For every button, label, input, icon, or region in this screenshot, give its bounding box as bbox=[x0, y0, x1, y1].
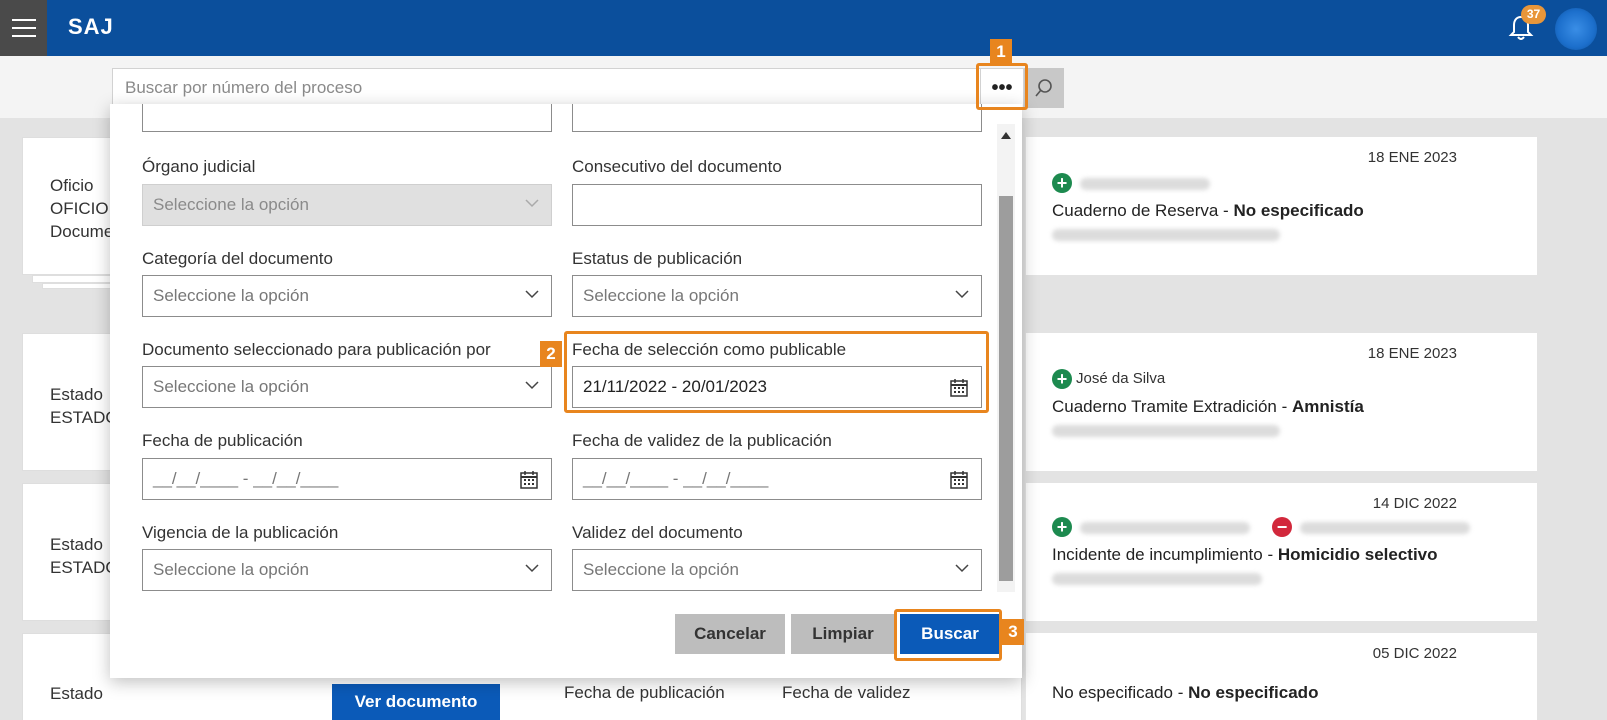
publication-status-label: Estatus de publicación bbox=[572, 249, 743, 268]
card-4-detail[interactable]: 05 DIC 2022 No especificado - No especif… bbox=[1025, 633, 1537, 720]
chevron-down-icon bbox=[525, 290, 539, 299]
menu-icon[interactable] bbox=[0, 0, 47, 56]
more-icon: ••• bbox=[991, 76, 1013, 99]
scroll-up-arrow[interactable] bbox=[997, 126, 1015, 144]
card-2-text: Estado ESTADO bbox=[50, 385, 119, 427]
chevron-down-icon bbox=[525, 199, 539, 208]
validity-date-label: Fecha de validez bbox=[782, 683, 911, 702]
validity-date-input[interactable]: __/__/____ - __/__/____ bbox=[572, 458, 982, 500]
calendar-icon[interactable] bbox=[519, 470, 539, 490]
selected-by-select[interactable]: Seleccione la opción bbox=[142, 366, 552, 408]
card-2-detail[interactable]: 18 ENE 2023 + José da Silva Cuaderno Tra… bbox=[1025, 333, 1537, 471]
advanced-search-panel: Órgano judicial Seleccione la opción Con… bbox=[110, 104, 1022, 678]
search-button[interactable] bbox=[1024, 68, 1064, 108]
brand-logo: SAJ bbox=[68, 14, 114, 39]
search-submit-button[interactable]: Buscar bbox=[900, 614, 1000, 654]
top-bar: SAJ 37 bbox=[0, 0, 1607, 56]
document-category-label: Categoría del documento bbox=[142, 249, 333, 268]
publication-date-label: Fecha de publicación bbox=[564, 683, 725, 702]
publication-status-select[interactable]: Seleccione la opción bbox=[572, 275, 982, 317]
calendar-icon[interactable] bbox=[949, 378, 969, 398]
view-document-button[interactable]: Ver documento bbox=[332, 684, 500, 720]
document-category-select[interactable]: Seleccione la opción bbox=[142, 275, 552, 317]
avatar[interactable] bbox=[1555, 8, 1597, 50]
publishable-date-input[interactable]: 21/11/2022 - 20/01/2023 bbox=[572, 366, 982, 408]
card-date: 18 ENE 2023 bbox=[1367, 149, 1457, 166]
judicial-organ-label: Órgano judicial bbox=[142, 157, 256, 176]
publication-validity-label: Vigencia de la publicación bbox=[142, 523, 339, 542]
more-options-button[interactable]: ••• bbox=[980, 68, 1024, 108]
person-name: José da Silva bbox=[1076, 370, 1166, 387]
calendar-icon[interactable] bbox=[949, 470, 969, 490]
document-validity-select[interactable]: Seleccione la opción bbox=[572, 549, 982, 591]
clear-button[interactable]: Limpiar bbox=[791, 614, 895, 654]
redacted-text bbox=[1300, 522, 1470, 534]
card-date: 14 DIC 2022 bbox=[1372, 495, 1457, 512]
callout-badge-1: 1 bbox=[990, 39, 1012, 65]
publishable-date-label: Fecha de selección como publicable bbox=[572, 340, 847, 359]
card-title: Incidente de incumplimiento - Homicidio … bbox=[1052, 545, 1438, 564]
scrollbar-thumb[interactable] bbox=[999, 196, 1013, 581]
document-number-label: Consecutivo del documento bbox=[572, 157, 782, 176]
plus-icon: + bbox=[1052, 369, 1072, 389]
redacted-text bbox=[1052, 425, 1280, 437]
card-title: Cuaderno Tramite Extradición - Amnistía bbox=[1052, 397, 1364, 416]
search-input[interactable] bbox=[112, 68, 984, 108]
card-title: Cuaderno de Reserva - No especificado bbox=[1052, 201, 1364, 220]
card-3-detail[interactable]: 14 DIC 2022 + − Incidente de incumplimie… bbox=[1025, 483, 1537, 621]
redacted-text bbox=[1080, 522, 1250, 534]
publication-date-label: Fecha de publicación bbox=[142, 431, 303, 450]
card-date: 18 ENE 2023 bbox=[1367, 345, 1457, 362]
chevron-down-icon bbox=[955, 290, 969, 299]
redacted-text bbox=[1052, 229, 1280, 241]
minus-icon: − bbox=[1272, 517, 1292, 537]
chevron-down-icon bbox=[525, 381, 539, 390]
notification-badge: 37 bbox=[1521, 5, 1546, 24]
card-3-text: Estado ESTADO bbox=[50, 535, 119, 577]
plus-icon: + bbox=[1052, 173, 1072, 193]
validity-date-label: Fecha de validez de la publicación bbox=[572, 431, 832, 450]
publication-date-input[interactable]: __/__/____ - __/__/____ bbox=[142, 458, 552, 500]
publication-validity-select[interactable]: Seleccione la opción bbox=[142, 549, 552, 591]
partial-field[interactable] bbox=[142, 104, 552, 132]
redacted-text bbox=[1080, 178, 1210, 190]
card-4-text: Estado bbox=[50, 684, 103, 703]
search-icon bbox=[1035, 79, 1052, 97]
card-1-detail[interactable]: 18 ENE 2023 + Cuaderno de Reserva - No e… bbox=[1025, 137, 1537, 275]
callout-badge-2: 2 bbox=[540, 341, 562, 367]
chevron-down-icon bbox=[955, 564, 969, 573]
judicial-organ-select: Seleccione la opción bbox=[142, 184, 552, 226]
cancel-button[interactable]: Cancelar bbox=[675, 614, 785, 654]
document-number-input[interactable] bbox=[572, 184, 982, 226]
document-validity-label: Validez del documento bbox=[572, 523, 743, 542]
card-date: 05 DIC 2022 bbox=[1372, 645, 1457, 662]
redacted-text bbox=[1052, 573, 1262, 585]
plus-icon: + bbox=[1052, 517, 1072, 537]
chevron-down-icon bbox=[525, 564, 539, 573]
partial-field[interactable] bbox=[572, 104, 982, 132]
callout-badge-3: 3 bbox=[1002, 619, 1024, 645]
selected-by-label: Documento seleccionado para publicación … bbox=[142, 340, 491, 359]
card-title: No especificado - No especificado bbox=[1052, 683, 1319, 702]
card-1-text: Oficio OFICIO. Docume bbox=[50, 176, 114, 241]
